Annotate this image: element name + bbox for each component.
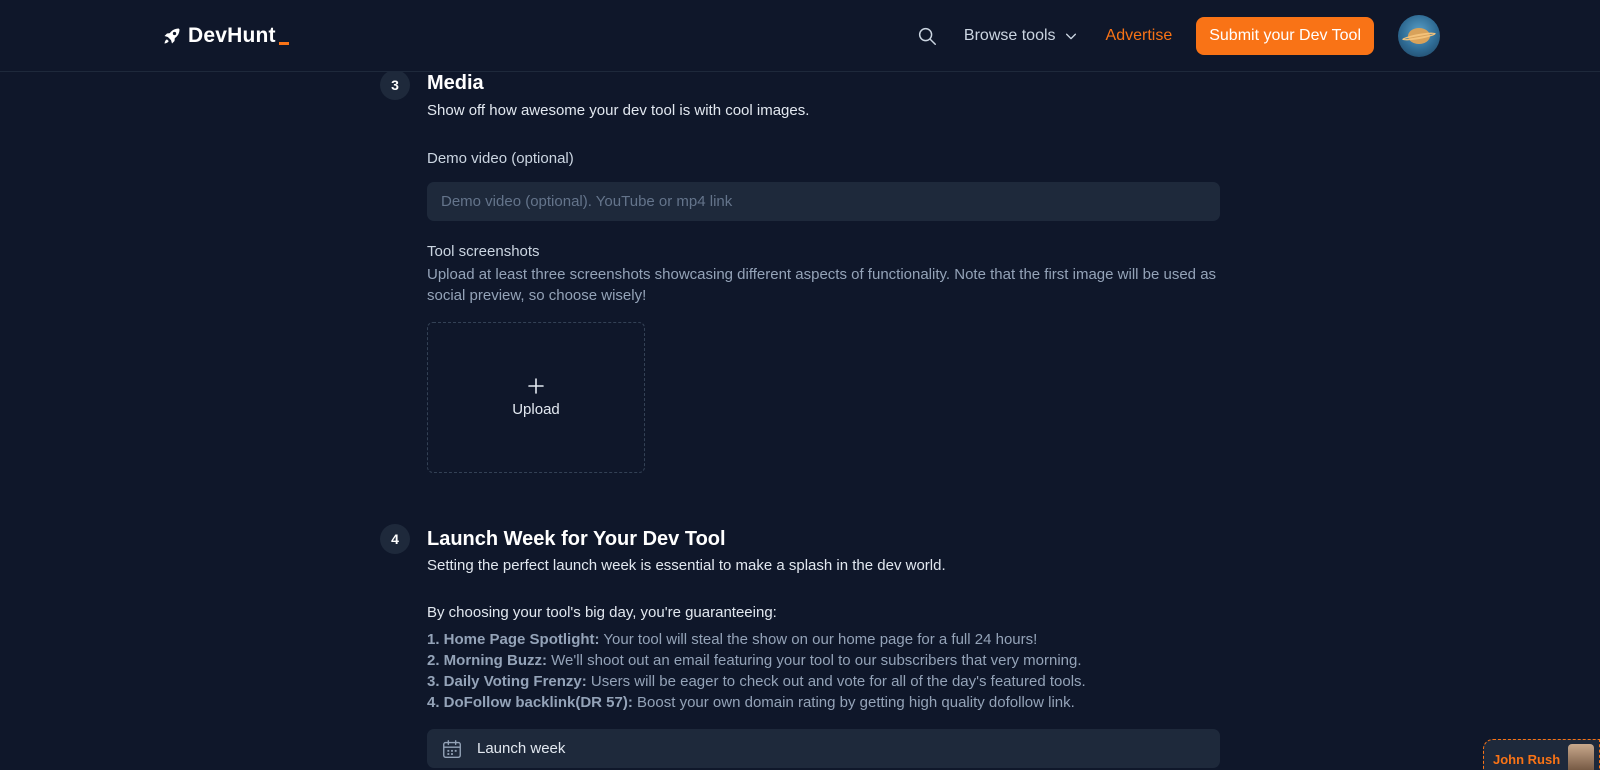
chat-avatar: [1568, 744, 1595, 770]
launch-week-label: Launch week: [477, 740, 566, 757]
chevron-down-icon: [1065, 33, 1076, 40]
tool-screenshots-label: Tool screenshots: [427, 243, 540, 260]
section-description: Setting the perfect launch week is essen…: [427, 557, 946, 574]
page: DevHunt Browse tools Advertise Submit yo…: [0, 0, 1600, 770]
list-item: 2. Morning Buzz: We'll shoot out an emai…: [427, 652, 1082, 669]
rocket-icon: [164, 28, 180, 44]
launch-week-section: 4 Launch Week for Your Dev Tool Setting …: [380, 524, 1220, 770]
advertise-link[interactable]: Advertise: [1106, 27, 1173, 45]
logo-text: DevHunt: [188, 24, 276, 47]
section-title: Launch Week for Your Dev Tool: [427, 528, 726, 550]
tool-screenshots-help: Upload at least three screenshots showca…: [427, 266, 1217, 304]
launch-week-picker[interactable]: Launch week: [427, 729, 1220, 768]
list-item: 1. Home Page Spotlight: Your tool will s…: [427, 631, 1038, 648]
list-item: 4. DoFollow backlink(DR 57): Boost your …: [427, 694, 1075, 711]
upload-dropzone[interactable]: Upload: [427, 322, 645, 473]
demo-video-label: Demo video (optional): [427, 150, 574, 167]
media-section: 3 Media Show off how awesome your dev to…: [380, 70, 1220, 490]
demo-video-input[interactable]: [427, 182, 1220, 221]
search-icon[interactable]: [916, 25, 938, 47]
chat-widget[interactable]: John Rush: [1483, 739, 1600, 770]
section-title: Media: [427, 72, 484, 94]
top-navbar: DevHunt Browse tools Advertise Submit yo…: [0, 0, 1600, 72]
calendar-icon: [443, 739, 461, 758]
submit-dev-tool-button[interactable]: Submit your Dev Tool: [1196, 17, 1374, 55]
step-badge: 4: [380, 524, 410, 554]
list-item: 3. Daily Voting Frenzy: Users will be ea…: [427, 673, 1086, 690]
benefits-lead: By choosing your tool's big day, you're …: [427, 604, 777, 621]
chat-widget-name: John Rush: [1493, 751, 1561, 767]
header-nav: Browse tools Advertise Submit your Dev T…: [916, 12, 1440, 60]
step-badge: 3: [380, 70, 410, 100]
benefits-list: 1. Home Page Spotlight: Your tool will s…: [427, 629, 1086, 713]
upload-label: Upload: [512, 401, 560, 418]
plus-icon: [528, 378, 544, 394]
section-description: Show off how awesome your dev tool is wi…: [427, 102, 810, 119]
logo[interactable]: DevHunt: [162, 22, 289, 50]
browse-tools-menu[interactable]: Browse tools: [964, 27, 1078, 45]
logo-cursor: [278, 41, 289, 45]
avatar[interactable]: [1398, 15, 1440, 57]
browse-tools-label: Browse tools: [963, 27, 1056, 44]
